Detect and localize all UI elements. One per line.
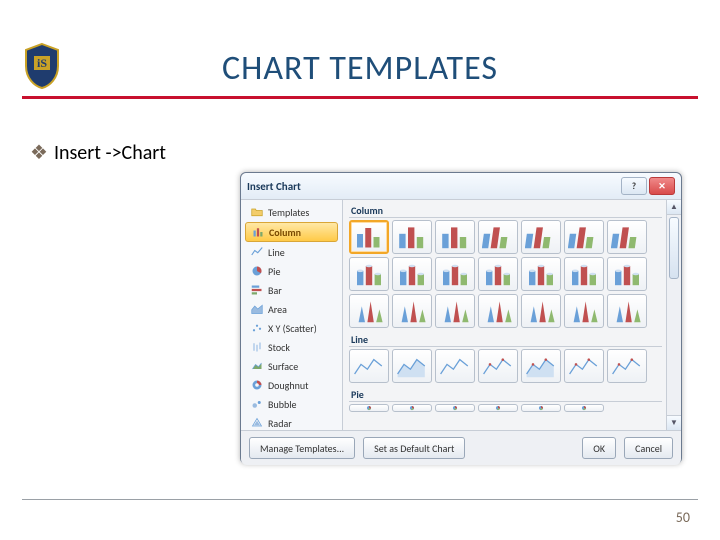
chart-subtype-thumb[interactable] — [521, 349, 561, 383]
sidebar-item-surface[interactable]: Surface — [245, 357, 338, 375]
sidebar-item-label: Bubble — [268, 398, 296, 411]
sidebar-item-folder[interactable]: Templates — [245, 203, 338, 221]
sidebar-item-label: Radar — [268, 417, 292, 430]
sidebar-item-bar[interactable]: Bar — [245, 281, 338, 299]
sidebar-item-pie[interactable]: Pie — [245, 262, 338, 280]
chart-subtype-thumb[interactable] — [564, 404, 604, 412]
bubble-icon — [251, 398, 263, 410]
manage-templates-button[interactable]: Manage Templates... — [249, 437, 355, 459]
sidebar-item-label: Line — [268, 246, 285, 259]
set-default-chart-button[interactable]: Set as Default Chart — [363, 437, 465, 459]
scroll-down-button[interactable]: ▼ — [667, 415, 681, 430]
chart-subtype-thumb[interactable] — [564, 294, 604, 328]
area-icon — [251, 303, 263, 315]
chart-subtype-thumb[interactable] — [435, 257, 475, 291]
doughnut-icon — [251, 379, 263, 391]
insert-chart-dialog: Insert Chart ? ✕ Templates Column Line Pie B… — [240, 172, 682, 464]
close-button[interactable]: ✕ — [649, 177, 675, 195]
sidebar-item-label: X Y (Scatter) — [268, 322, 317, 335]
column-icon — [252, 226, 264, 238]
chart-subtype-thumb[interactable] — [349, 257, 389, 291]
sidebar-item-line[interactable]: Line — [245, 243, 338, 261]
sidebar-item-label: Pie — [268, 265, 280, 278]
chart-subtype-thumb[interactable] — [392, 294, 432, 328]
scroll-track[interactable] — [667, 215, 681, 415]
dialog-titlebar[interactable]: Insert Chart ? ✕ — [241, 173, 681, 200]
chart-subtype-thumb[interactable] — [435, 404, 475, 412]
scatter-icon — [251, 322, 263, 334]
chart-subtype-thumb[interactable] — [607, 220, 647, 254]
help-button[interactable]: ? — [621, 177, 647, 195]
chart-subtype-thumb[interactable] — [435, 349, 475, 383]
sidebar-item-scatter[interactable]: X Y (Scatter) — [245, 319, 338, 337]
slide-title: CHART TEMPLATES — [0, 48, 720, 89]
chart-subtype-thumb[interactable] — [392, 349, 432, 383]
chart-subtype-thumb[interactable] — [349, 294, 389, 328]
chart-subtype-thumb[interactable] — [607, 294, 647, 328]
sidebar-item-label: Column — [269, 226, 301, 239]
bullet-text: Insert ->Chart — [54, 141, 166, 165]
chart-subtype-thumb[interactable] — [607, 349, 647, 383]
chart-type-sidebar: Templates Column Line Pie Bar Area X Y (Scatte… — [241, 200, 343, 430]
gallery-group-header: Line — [349, 331, 662, 347]
sidebar-item-area[interactable]: Area — [245, 300, 338, 318]
sidebar-item-doughnut[interactable]: Doughnut — [245, 376, 338, 394]
sidebar-item-label: Doughnut — [268, 379, 309, 392]
chart-subtype-thumb[interactable] — [435, 294, 475, 328]
stock-icon — [251, 341, 263, 353]
chart-subtype-thumb[interactable] — [521, 220, 561, 254]
gallery-scrollbar[interactable]: ▲ ▼ — [666, 200, 681, 430]
chart-subtype-thumb[interactable] — [478, 294, 518, 328]
sidebar-item-label: Stock — [268, 341, 290, 354]
radar-icon — [251, 417, 263, 429]
line-icon — [251, 246, 263, 258]
chart-subtype-thumb[interactable] — [478, 349, 518, 383]
chart-subtype-thumb[interactable] — [349, 404, 389, 412]
chart-subtype-thumb[interactable] — [521, 257, 561, 291]
chart-subtype-thumb[interactable] — [478, 404, 518, 412]
scroll-up-button[interactable]: ▲ — [667, 200, 681, 215]
cancel-button[interactable]: Cancel — [624, 437, 673, 459]
gallery-group-header: Column — [349, 202, 662, 218]
chart-subtype-thumb[interactable] — [478, 257, 518, 291]
bar-icon — [251, 284, 263, 296]
gallery-group-header: Pie — [349, 386, 662, 402]
ok-button[interactable]: OK — [582, 437, 616, 459]
bullet-icon: ❖ — [30, 141, 48, 165]
chart-subtype-thumb[interactable] — [435, 220, 475, 254]
chart-subtype-thumb[interactable] — [564, 349, 604, 383]
scroll-thumb[interactable] — [669, 217, 679, 279]
chart-subtype-thumb[interactable] — [521, 404, 561, 412]
title-underline — [22, 96, 698, 99]
chart-subtype-thumb[interactable] — [478, 220, 518, 254]
sidebar-item-stock[interactable]: Stock — [245, 338, 338, 356]
chart-subtype-thumb[interactable] — [392, 404, 432, 412]
sidebar-item-label: Surface — [268, 360, 298, 373]
chart-subtype-thumb[interactable] — [349, 349, 389, 383]
footer-divider — [22, 499, 698, 500]
chart-subtype-thumb[interactable] — [349, 220, 389, 254]
sidebar-item-column[interactable]: Column — [245, 222, 338, 242]
chart-subtype-thumb[interactable] — [521, 294, 561, 328]
dialog-title: Insert Chart — [247, 180, 301, 193]
chart-subtype-thumb[interactable] — [392, 220, 432, 254]
sidebar-item-label: Bar — [268, 284, 282, 297]
bullet-line: ❖Insert ->Chart — [30, 140, 166, 165]
chart-subtype-thumb[interactable] — [392, 257, 432, 291]
sidebar-item-label: Area — [268, 303, 287, 316]
sidebar-item-radar[interactable]: Radar — [245, 414, 338, 432]
chart-subtype-thumb[interactable] — [564, 220, 604, 254]
slide-number: 50 — [676, 509, 690, 526]
sidebar-item-label: Templates — [268, 206, 309, 219]
folder-icon — [251, 206, 263, 218]
chart-subtype-thumb[interactable] — [564, 257, 604, 291]
chart-subtype-gallery: Column Line Pie — [343, 200, 666, 430]
dialog-footer: Manage Templates... Set as Default Chart… — [241, 430, 681, 465]
pie-icon — [251, 265, 263, 277]
sidebar-item-bubble[interactable]: Bubble — [245, 395, 338, 413]
chart-subtype-thumb[interactable] — [607, 257, 647, 291]
surface-icon — [251, 360, 263, 372]
